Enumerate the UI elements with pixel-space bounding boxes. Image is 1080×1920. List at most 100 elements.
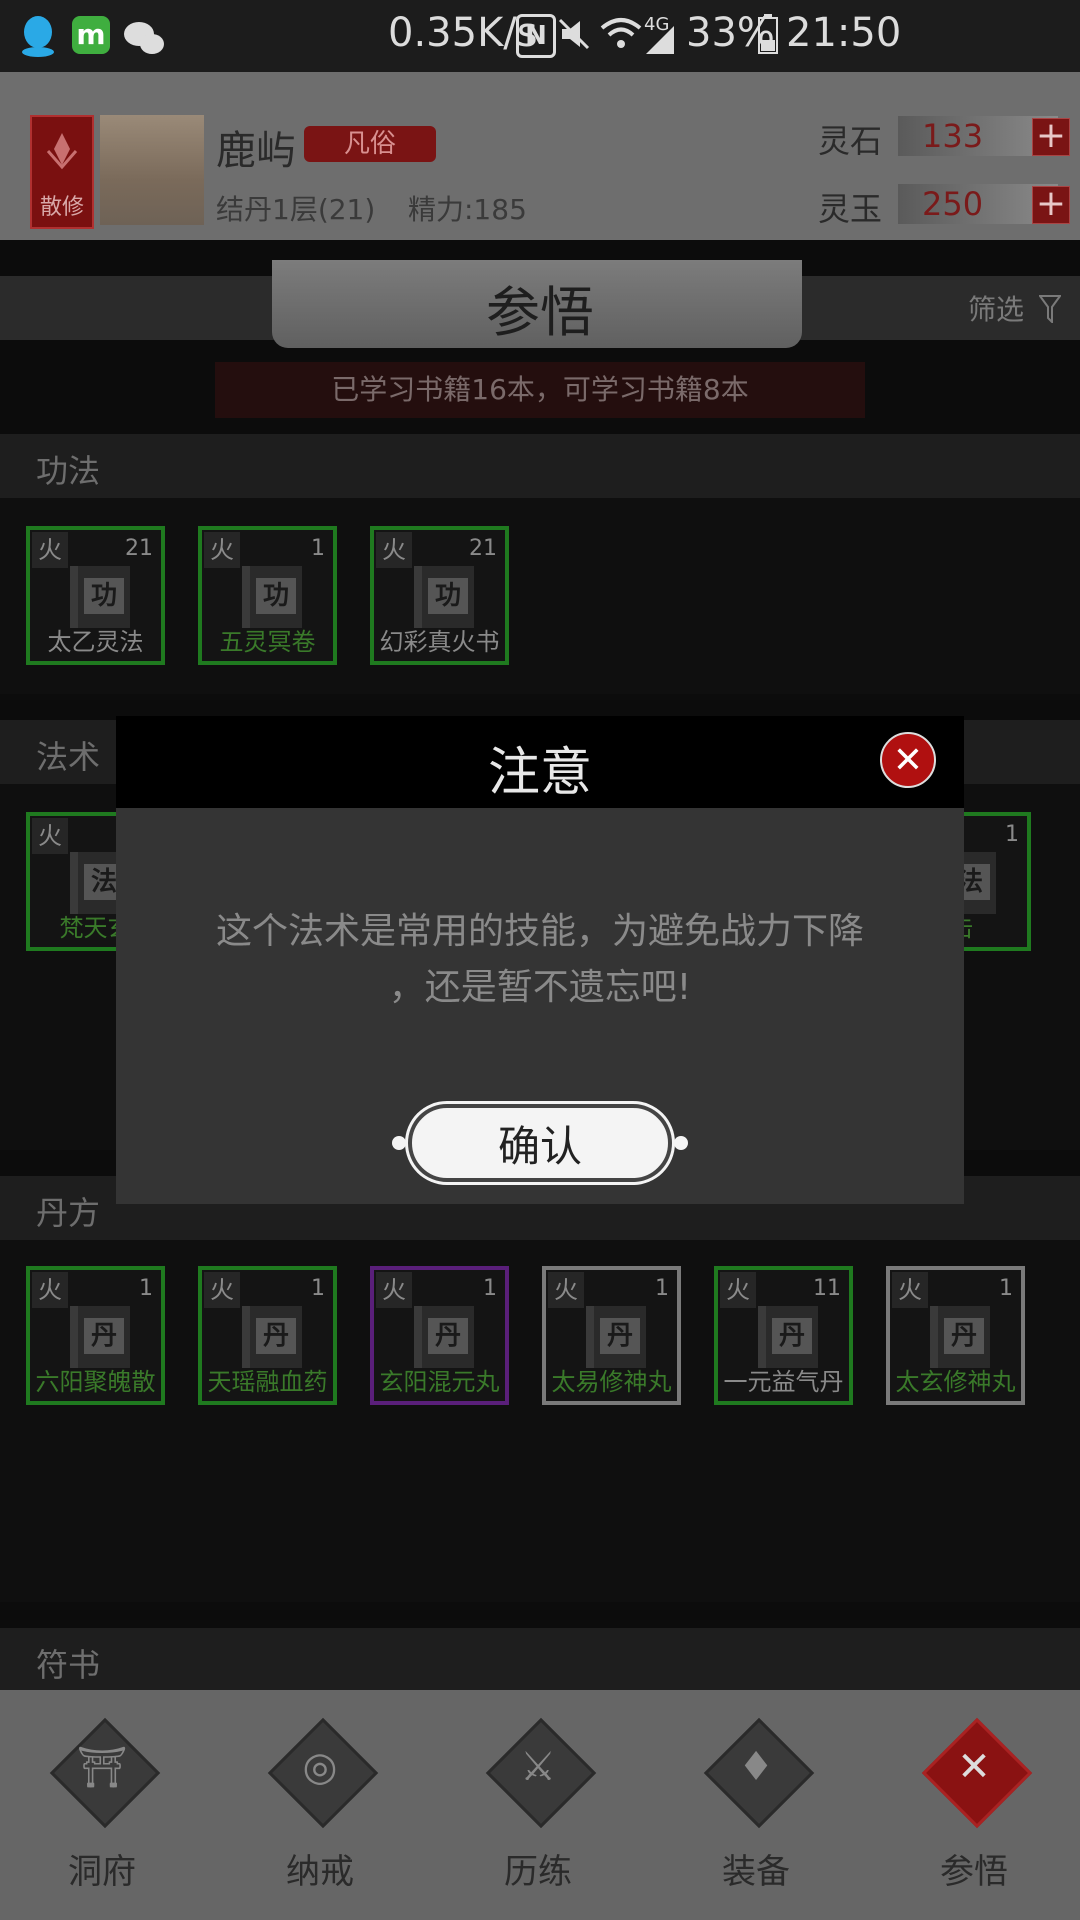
element-tag: 火 [204,1272,240,1308]
book-item[interactable]: 火 1 丹 六阳聚魄散 [26,1266,165,1405]
book-icon: 丹 [70,1306,130,1368]
item-count: 1 [655,1276,669,1301]
button-knob-left [392,1136,406,1150]
cave-icon: ⛩ [76,1745,128,1791]
wifi-icon [600,18,642,48]
item-name: 天瑶融血药 [207,1368,328,1396]
add-spirit-jade-button[interactable]: + [1032,186,1070,224]
book-item[interactable]: 火 21 功 太乙灵法 [26,526,165,665]
item-name: 太玄修神丸 [895,1368,1016,1396]
filter-label: 筛选 [968,293,1025,326]
sect-badge[interactable]: 散修 [30,115,94,229]
book-glyph: 丹 [84,1318,124,1354]
book-glyph: 功 [84,578,124,614]
dialog-title: 注意 [487,743,592,803]
energy-value: 精力:185 [408,193,527,226]
add-spirit-stone-button[interactable]: + [1032,118,1070,156]
item-count: 21 [125,536,153,561]
nav-label: 装备 [722,1852,790,1892]
book-glyph: 功 [428,578,468,614]
avatar[interactable] [100,115,204,225]
mute-icon [558,18,590,50]
book-item[interactable]: 火 1 丹 天瑶融血药 [198,1266,337,1405]
nav-label: 历练 [504,1852,572,1892]
page-title: 参悟 [486,281,594,344]
sect-label: 散修 [39,195,84,220]
book-item[interactable]: 火 1 丹 太易修神丸 [542,1266,681,1405]
nav-item-equipment[interactable]: ♦ 装备 [686,1717,826,1900]
close-icon: ✕ [957,1744,991,1790]
book-icon: 功 [70,566,130,628]
element-tag: 火 [548,1272,584,1308]
close-button[interactable]: ✕ [880,732,936,788]
book-icon: 丹 [930,1306,990,1368]
section-fushu-header: 符书 [0,1628,1080,1692]
book-glyph: 丹 [944,1318,984,1354]
book-item[interactable]: 火 1 丹 玄阳混元丸 [370,1266,509,1405]
element-tag: 火 [32,818,68,854]
item-count: 21 [469,536,497,561]
dialog-message: 这个法术是常用的技能，为避免战力下降 ，还是暂不遗忘吧! [156,904,924,1016]
item-name: 幻彩真火书 [379,628,500,656]
section-gongfa-header: 功法 [0,434,1080,498]
filter-button[interactable]: 筛选 [968,288,1061,328]
section-title: 功法 [36,452,101,490]
item-count: 1 [311,536,325,561]
clock: 21:50 [786,10,902,56]
signal-icon [646,26,674,54]
app-m-icon: m [72,16,110,54]
book-glyph: 功 [256,578,296,614]
book-icon: 丹 [414,1306,474,1368]
item-name: 太乙灵法 [47,628,144,656]
element-tag: 火 [892,1272,928,1308]
nav-item-comprehend[interactable]: ✕ 参悟 [904,1717,1044,1900]
book-item[interactable]: 火 1 功 五灵冥卷 [198,526,337,665]
item-name: 六阳聚魄散 [35,1368,156,1396]
book-item[interactable]: 火 21 功 幻彩真火书 [370,526,509,665]
section-title: 符书 [36,1646,101,1684]
element-tag: 火 [32,532,68,568]
section-title: 法术 [36,738,101,776]
confirm-button[interactable]: 确认 [408,1104,672,1182]
cultivation-realm: 结丹1层(21) [216,193,376,226]
book-icon: 丹 [586,1306,646,1368]
wechat-icon [124,22,164,54]
item-name: 太易修神丸 [551,1368,672,1396]
element-tag: 火 [204,532,240,568]
item-count: 1 [139,1276,153,1301]
battery-icon [758,14,778,54]
book-item[interactable]: 火 11 丹 一元益气丹 [714,1266,853,1405]
element-tag: 火 [32,1272,68,1308]
player-name: 鹿屿 [216,128,296,174]
nav-item-cave[interactable]: ⛩ 洞府 [32,1717,172,1900]
ring-icon: ◎ [302,1744,338,1790]
book-icon: 功 [242,566,302,628]
book-icon: 丹 [758,1306,818,1368]
dialog-message-line: ，还是暂不遗忘吧! [388,967,692,1008]
book-glyph: 丹 [772,1318,812,1354]
item-count: 11 [813,1276,841,1301]
item-count: 1 [1005,822,1019,847]
nav-item-training[interactable]: ⚔ 历练 [468,1717,608,1900]
lotus-icon [46,133,78,170]
item-name: 五灵冥卷 [219,628,316,656]
book-item[interactable]: 火 1 丹 太玄修神丸 [886,1266,1025,1405]
item-count: 1 [311,1276,325,1301]
filter-icon [1038,295,1061,323]
item-count: 1 [999,1276,1013,1301]
nav-label: 洞府 [68,1852,136,1892]
swords-icon: ⚔ [520,1744,556,1790]
dialog-message-line: 这个法术是常用的技能，为避免战力下降 [215,911,864,952]
button-knob-right [674,1136,688,1150]
item-name: 玄阳混元丸 [379,1368,500,1396]
element-tag: 火 [376,532,412,568]
element-tag: 火 [376,1272,412,1308]
book-glyph: 丹 [256,1318,296,1354]
qq-icon [22,16,54,57]
nav-item-ring[interactable]: ◎ 纳戒 [250,1717,390,1900]
nav-label: 参悟 [940,1852,1008,1892]
element-tag: 火 [720,1272,756,1308]
close-icon: ✕ [892,740,924,781]
item-name: 一元益气丹 [723,1368,844,1396]
section-title: 丹方 [36,1194,101,1232]
